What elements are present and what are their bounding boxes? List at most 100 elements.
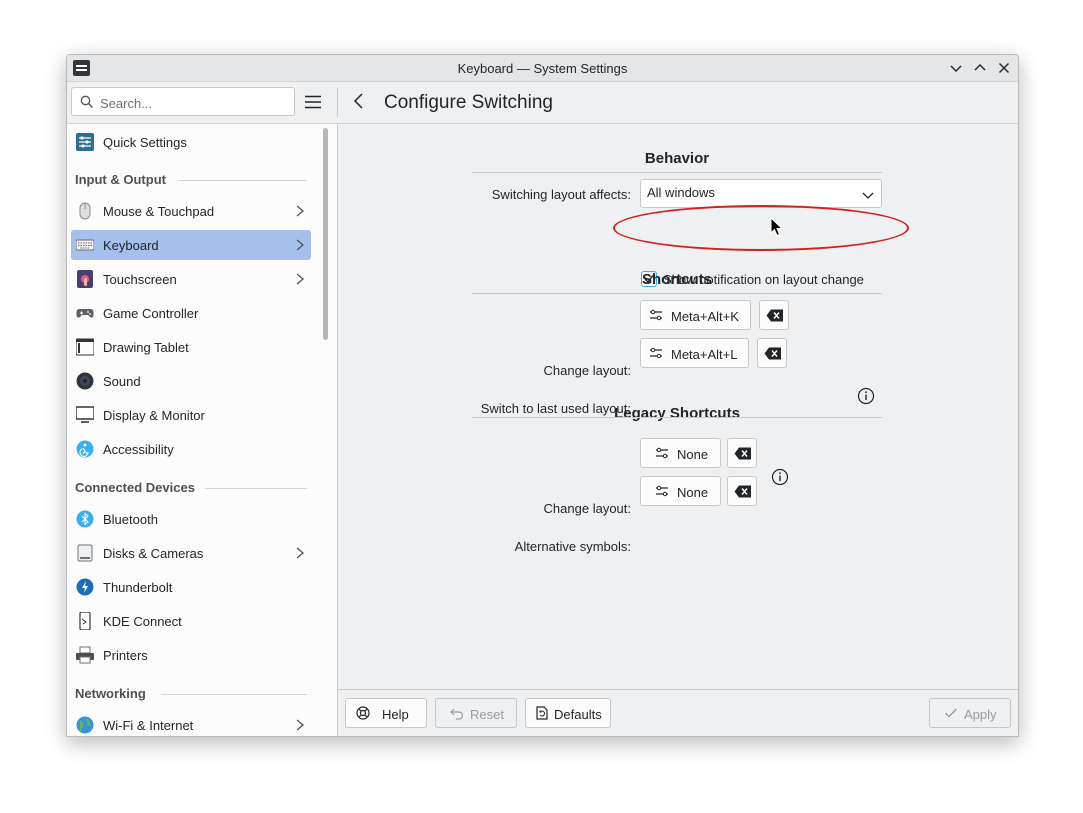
sidebar-scrollbar-thumb[interactable]	[323, 128, 328, 340]
sidebar-item-sound[interactable]: Sound	[71, 366, 311, 396]
sidebar-item-keyboard[interactable]: Keyboard	[71, 230, 311, 260]
sidebar-item-label: Thunderbolt	[103, 580, 173, 595]
help-lifebuoy-icon	[356, 706, 370, 723]
change-layout-label: Change layout:	[543, 363, 631, 378]
sidebar-item-accessibility[interactable]: Accessibility	[71, 434, 311, 464]
checkmark-icon	[944, 706, 958, 723]
defaults-label: Defaults	[554, 707, 602, 722]
help-button[interactable]: Help	[345, 698, 427, 728]
sidebar-item-label: Keyboard	[103, 238, 159, 253]
shortcut-value: None	[677, 485, 709, 500]
chevron-right-icon	[295, 273, 305, 288]
section-divider	[161, 694, 307, 695]
legacy-change-layout-label: Change layout:	[543, 501, 631, 516]
touchscreen-icon	[76, 270, 94, 288]
toolbar: Configure Switching	[67, 82, 1018, 124]
chevron-down-icon	[862, 188, 874, 203]
undo-icon	[450, 706, 464, 723]
last-used-layout-shortcut-button[interactable]: Meta+Alt+L	[640, 338, 749, 368]
section-header-input-output: Input & Output	[75, 172, 166, 187]
chevron-right-icon	[295, 239, 305, 254]
printer-icon	[76, 646, 94, 664]
keyboard-icon	[75, 236, 95, 254]
sidebar-item-label: Sound	[103, 374, 141, 389]
clear-alternative-symbols-button[interactable]	[727, 476, 757, 506]
switching-layout-dropdown[interactable]: All windows	[640, 179, 882, 208]
info-icon[interactable]	[771, 468, 789, 486]
sliders-icon	[76, 133, 94, 151]
page-title: Configure Switching	[384, 92, 553, 113]
sidebar-item-printers[interactable]: Printers	[71, 640, 311, 670]
defaults-button[interactable]: Defaults	[525, 698, 611, 728]
section-header-networking: Networking	[75, 686, 146, 701]
sidebar-item-label: Printers	[103, 648, 148, 663]
sidebar-item-game-controller[interactable]: Game Controller	[71, 298, 311, 328]
close-button[interactable]	[994, 58, 1014, 78]
sidebar-item-touchscreen[interactable]: Touchscreen	[71, 264, 311, 294]
sidebar-item-label: Touchscreen	[103, 272, 177, 287]
minimize-button[interactable]	[946, 58, 966, 78]
hamburger-menu-icon[interactable]	[304, 93, 322, 111]
sidebar-item-label: Display & Monitor	[103, 408, 205, 423]
alternative-symbols-button[interactable]: None	[640, 476, 721, 506]
chevron-right-icon	[295, 547, 305, 562]
title-bar[interactable]: Keyboard — System Settings	[67, 55, 1018, 82]
bluetooth-icon	[76, 510, 94, 528]
backspace-icon	[734, 485, 751, 498]
change-layout-shortcut-button[interactable]: Meta+Alt+K	[640, 300, 751, 330]
search-box[interactable]	[71, 87, 295, 116]
shortcut-configure-icon	[649, 346, 663, 363]
section-divider	[472, 417, 882, 418]
maximize-button[interactable]	[970, 58, 990, 78]
sidebar-item-label: Wi-Fi & Internet	[103, 718, 194, 733]
mouse-icon	[76, 202, 94, 220]
clear-change-layout-button[interactable]	[759, 300, 789, 330]
sidebar-item-label: Drawing Tablet	[103, 340, 189, 355]
legacy-change-layout-button[interactable]: None	[640, 438, 721, 468]
sidebar: Quick Settings Input & Output Mouse & To…	[67, 124, 338, 736]
shortcut-configure-icon	[649, 308, 663, 325]
shortcut-value: Meta+Alt+L	[671, 347, 738, 362]
sidebar-item-label: Quick Settings	[103, 135, 187, 150]
back-arrow-icon[interactable]	[349, 91, 369, 111]
sidebar-item-disks-cameras[interactable]: Disks & Cameras	[71, 538, 311, 568]
monitor-icon	[75, 406, 95, 424]
main-content: Behavior Switching layout affects: All w…	[338, 124, 1018, 690]
apply-label: Apply	[964, 707, 997, 722]
reset-button[interactable]: Reset	[435, 698, 517, 728]
dropdown-value: All windows	[647, 185, 715, 200]
sidebar-item-label: KDE Connect	[103, 614, 182, 629]
window-title: Keyboard — System Settings	[457, 61, 628, 76]
sidebar-item-bluetooth[interactable]: Bluetooth	[71, 504, 311, 534]
sidebar-item-label: Game Controller	[103, 306, 199, 321]
tablet-icon	[75, 338, 95, 356]
sidebar-item-mouse-touchpad[interactable]: Mouse & Touchpad	[71, 196, 311, 226]
section-divider	[472, 172, 882, 173]
globe-icon	[76, 716, 94, 734]
sidebar-item-drawing-tablet[interactable]: Drawing Tablet	[71, 332, 311, 362]
shortcut-configure-icon	[655, 446, 669, 463]
info-icon[interactable]	[857, 387, 875, 405]
gamepad-icon	[76, 304, 94, 322]
search-input[interactable]	[98, 93, 282, 113]
legacy-shortcuts-heading: Legacy Shortcuts	[614, 405, 740, 422]
thunderbolt-icon	[76, 578, 94, 596]
document-revert-icon	[535, 706, 549, 723]
shortcut-value: Meta+Alt+K	[671, 309, 739, 324]
shortcut-value: None	[677, 447, 709, 462]
reset-label: Reset	[470, 707, 504, 722]
clear-legacy-change-layout-button[interactable]	[727, 438, 757, 468]
section-header-connected-devices: Connected Devices	[75, 480, 195, 495]
sidebar-item-quick-settings[interactable]: Quick Settings	[71, 127, 311, 157]
sidebar-item-display-monitor[interactable]: Display & Monitor	[71, 400, 311, 430]
sidebar-item-thunderbolt[interactable]: Thunderbolt	[71, 572, 311, 602]
sidebar-item-kde-connect[interactable]: KDE Connect	[71, 606, 311, 636]
sidebar-item-wifi-internet[interactable]: Wi-Fi & Internet	[71, 710, 311, 736]
sidebar-item-label: Accessibility	[103, 442, 174, 457]
apply-button[interactable]: Apply	[929, 698, 1011, 728]
sidebar-item-label: Mouse & Touchpad	[103, 204, 215, 219]
clear-last-used-layout-button[interactable]	[757, 338, 787, 368]
backspace-icon	[764, 347, 781, 360]
speaker-icon	[76, 372, 94, 390]
shortcut-configure-icon	[655, 484, 669, 501]
